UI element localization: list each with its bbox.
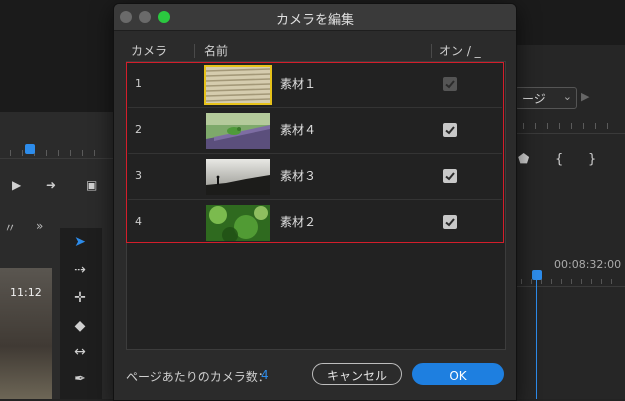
ripple-edit-tool-icon[interactable]: ✛: [68, 288, 92, 308]
mark-out-icon[interactable]: }: [588, 152, 596, 167]
program-time-ruler[interactable]: [515, 115, 625, 134]
play-icon[interactable]: ▶︎: [12, 178, 21, 192]
column-header-onoff: オン / _: [439, 44, 481, 58]
column-divider: [431, 44, 432, 58]
panel-overflow-icon[interactable]: »: [36, 219, 43, 233]
edit-cameras-dialog: カメラを編集 カメラ 名前 オン / _ 1 素材１ 2 素材４ 3 素材３ 4…: [113, 3, 517, 401]
timeline-playhead-line: [536, 280, 537, 399]
panel-menu-icon[interactable]: 〃: [4, 219, 16, 236]
column-header-name: 名前: [204, 44, 229, 58]
program-marker-controls: ⬟ { }: [515, 152, 625, 168]
timeline-playhead[interactable]: [532, 270, 542, 280]
pen-tool-icon[interactable]: ✒: [68, 369, 92, 389]
chevron-down-icon: ⌄: [562, 90, 572, 103]
play-triangle-icon[interactable]: ▶: [581, 90, 589, 103]
step-forward-icon[interactable]: ➜: [46, 178, 56, 192]
tools-panel: ➤ ⇢ ✛ ◆ ↔ ✒: [60, 228, 102, 399]
timeline-timecode: 00:08:32:00: [554, 258, 622, 271]
source-time-ruler[interactable]: [0, 138, 113, 159]
transport-controls: ▶︎ ➜ ▣: [0, 176, 113, 198]
column-divider: [194, 44, 195, 58]
cancel-button[interactable]: キャンセル: [312, 363, 402, 385]
column-header-camera: カメラ: [131, 44, 168, 58]
thumbnail-time-label: 11:12: [10, 286, 42, 299]
highlight-frame: [126, 62, 504, 243]
ok-button[interactable]: OK: [412, 363, 504, 385]
add-marker-icon[interactable]: ⬟: [518, 152, 529, 167]
zoom-level-select[interactable]: ージ ⌄: [515, 87, 577, 109]
export-frame-icon[interactable]: ▣: [86, 178, 97, 192]
dialog-titlebar[interactable]: カメラを編集: [114, 4, 516, 31]
track-select-tool-icon[interactable]: ⇢: [68, 260, 92, 280]
zoom-level-value: ージ: [522, 92, 546, 106]
mark-in-icon[interactable]: {: [555, 152, 563, 167]
cameras-per-page-label: ページあたりのカメラ数：: [126, 370, 270, 384]
dialog-title: カメラを編集: [275, 13, 354, 28]
cameras-per-page-value[interactable]: 4: [261, 368, 269, 382]
source-playhead[interactable]: [25, 144, 35, 154]
selection-tool-icon[interactable]: ➤: [68, 232, 92, 252]
slip-tool-icon[interactable]: ↔: [68, 342, 92, 362]
razor-tool-icon[interactable]: ◆: [68, 316, 92, 336]
